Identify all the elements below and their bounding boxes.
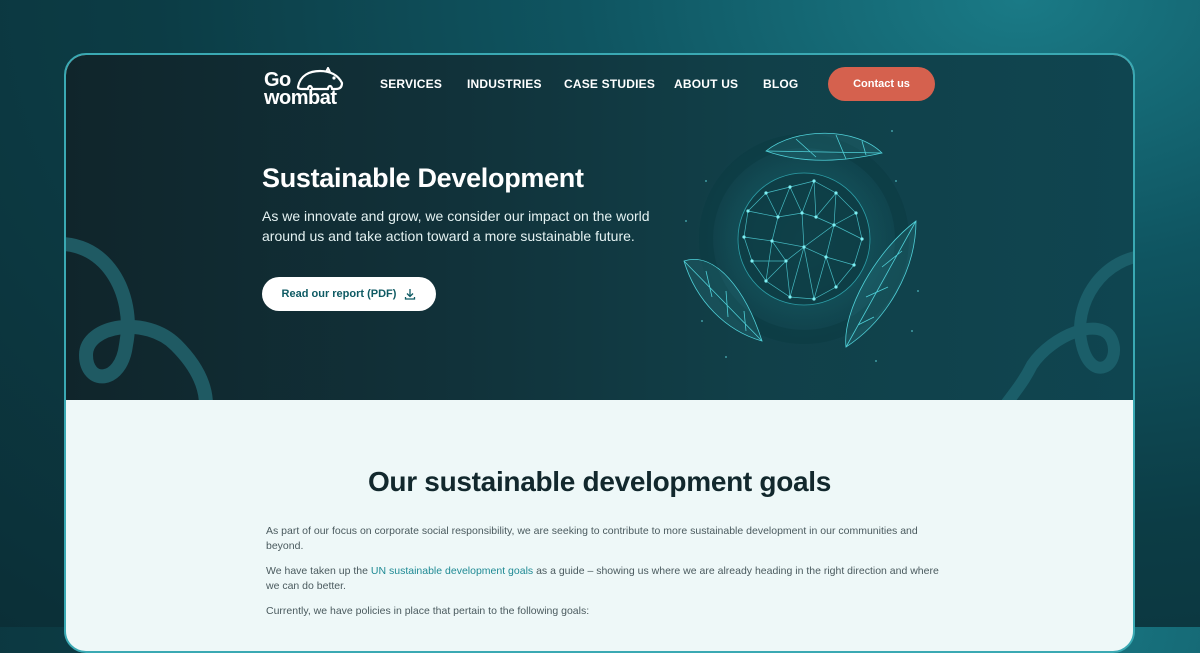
goals-paragraph-2-text-before: We have taken up the <box>266 565 371 577</box>
read-report-button[interactable]: Read our report (PDF) <box>262 277 436 311</box>
goals-paragraph-3: Currently, we have policies in place tha… <box>266 605 590 617</box>
nav-item-industries[interactable]: INDUSTRIES <box>467 77 542 91</box>
nav-item-about-us[interactable]: ABOUT US <box>674 77 738 91</box>
decorative-swirl-right <box>1001 251 1133 400</box>
nav-item-blog[interactable]: BLOG <box>763 77 798 91</box>
main-navigation: SERVICES INDUSTRIES CASE STUDIES ABOUT U… <box>66 77 1133 97</box>
nav-item-services[interactable]: SERVICES <box>380 77 442 91</box>
goals-section: Our sustainable development goals As par… <box>66 400 1133 651</box>
goals-paragraph-2: We have taken up the UN sustainable deve… <box>266 564 946 594</box>
download-icon <box>405 289 416 300</box>
decorative-swirl-left <box>66 237 213 400</box>
browser-frame: Go wombat SERVICES INDUSTRIES CASE STUDI… <box>64 53 1135 653</box>
hero-section: Go wombat SERVICES INDUSTRIES CASE STUDI… <box>66 55 1133 400</box>
un-goals-link[interactable]: UN sustainable development goals <box>371 565 533 577</box>
read-report-label: Read our report (PDF) <box>281 288 397 300</box>
goals-paragraph-1: As part of our focus on corporate social… <box>266 525 918 552</box>
section-title: Our sustainable development goals <box>367 466 832 497</box>
contact-us-button[interactable]: Contact us <box>828 67 935 101</box>
hero-subtitle: As we innovate and grow, we consider our… <box>262 208 650 244</box>
page-title: Sustainable Development <box>262 163 584 193</box>
nav-item-case-studies[interactable]: CASE STUDIES <box>564 77 655 91</box>
globe-leaves-illustration <box>683 130 919 362</box>
